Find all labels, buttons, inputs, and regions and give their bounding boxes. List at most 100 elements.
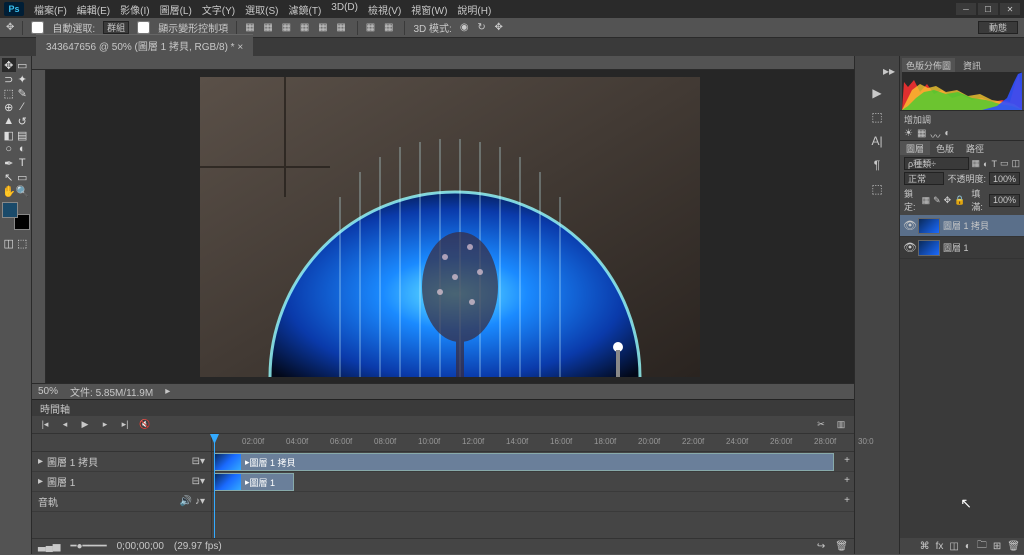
move-tool[interactable]: ✥ <box>2 58 16 72</box>
foreground-color-swatch[interactable] <box>2 202 18 218</box>
add-audio-icon[interactable]: + <box>844 495 850 506</box>
distribute-icons[interactable]: ▦ ▦ <box>366 22 397 33</box>
lasso-tool[interactable]: ⊃ <box>2 72 16 86</box>
new-layer-icon[interactable]: ⊞ <box>993 541 1001 552</box>
crop-tool[interactable]: ⬚ <box>2 86 16 100</box>
timeline-tab[interactable]: 時間軸 <box>32 400 854 416</box>
dodge-tool[interactable]: ◐ <box>16 142 30 156</box>
layers-tab[interactable]: 圖層 <box>900 141 930 155</box>
timeline-tracks[interactable]: 02:00f 04:00f 06:00f 08:00f 10:00f 12:00… <box>212 434 854 538</box>
layer-name[interactable]: 圖層 1 <box>943 241 969 254</box>
auto-select-checkbox[interactable] <box>31 21 44 34</box>
lock-trans-icon[interactable]: ▦ <box>922 195 931 206</box>
menu-view[interactable]: 檢視(V) <box>364 0 405 19</box>
blend-mode-select[interactable]: 正常 <box>904 172 944 185</box>
zoom-tool[interactable]: 🔍 <box>16 184 30 198</box>
color-swatches[interactable] <box>2 202 30 230</box>
chevron-right-icon[interactable]: ▸ <box>38 476 43 487</box>
workspace-switcher[interactable]: 動態 <box>978 21 1018 34</box>
paths-tab[interactable]: 路徑 <box>960 141 990 155</box>
maximize-button[interactable]: ☐ <box>978 3 998 15</box>
quickmask-toggle[interactable]: ◫ <box>2 236 16 250</box>
adjustment-layer-icon[interactable]: ◐ <box>965 541 971 552</box>
add-clip-icon[interactable]: + <box>844 475 850 486</box>
hand-tool[interactable]: ✋ <box>2 184 16 198</box>
filter-smart-icon[interactable]: ◫ <box>1011 158 1020 169</box>
dock-expand-icon[interactable]: ▸▸ <box>883 64 895 76</box>
show-transform-checkbox[interactable] <box>137 21 150 34</box>
canvas-viewport[interactable] <box>46 70 854 383</box>
tl-last-frame[interactable]: ▸| <box>118 418 132 432</box>
auto-select-target[interactable]: 群組 <box>103 21 129 34</box>
histogram-tab[interactable]: 色版分佈圖 <box>902 58 955 72</box>
timeline-audio-row[interactable]: + <box>212 492 854 512</box>
link-layers-icon[interactable]: ⌘ <box>920 541 930 552</box>
tl-track-header-0[interactable]: ▸ 圖層 1 拷貝 ⊟▾ <box>32 452 211 472</box>
info-tab[interactable]: 資訊 <box>959 58 985 72</box>
tl-play[interactable]: ▶ <box>78 418 92 432</box>
delete-layer-icon[interactable]: 🗑 <box>1007 541 1020 552</box>
layer-item-1[interactable]: 👁 圖層 1 <box>900 237 1024 259</box>
adjustments-tab[interactable]: 增加調 <box>904 113 1020 126</box>
timeline-clip-1[interactable]: ▸ 圖層 1 <box>214 473 294 491</box>
trash-icon[interactable]: 🗑 <box>835 541 848 552</box>
close-button[interactable]: ✕ <box>1000 3 1020 15</box>
lock-all-icon[interactable]: 🔒 <box>954 195 965 206</box>
filter-shape-icon[interactable]: ▭ <box>1000 158 1009 169</box>
add-clip-icon[interactable]: + <box>844 455 850 466</box>
opacity-value[interactable]: 100% <box>989 172 1020 185</box>
mode3d-icons[interactable]: ◉ ↻ ✥ <box>460 22 506 33</box>
menu-3d[interactable]: 3D(D) <box>327 0 362 19</box>
zoom-level[interactable]: 50% <box>38 386 58 397</box>
marquee-tool[interactable]: ▭ <box>16 58 30 72</box>
tl-prev-frame[interactable]: ◂ <box>58 418 72 432</box>
brush-tool[interactable]: ⁄ <box>16 100 30 114</box>
dock-icon-2[interactable]: A| <box>871 134 882 148</box>
pen-tool[interactable]: ✒ <box>2 156 16 170</box>
canvas[interactable] <box>200 77 700 377</box>
menu-image[interactable]: 影像(I) <box>116 0 153 19</box>
tl-track-header-1[interactable]: ▸ 圖層 1 ⊟▾ <box>32 472 211 492</box>
tl-mute-icon[interactable]: 🔇 <box>138 418 152 432</box>
menu-window[interactable]: 視窗(W) <box>407 0 451 19</box>
menu-help[interactable]: 說明(H) <box>453 0 495 19</box>
history-brush-tool[interactable]: ↺ <box>16 114 30 128</box>
shape-tool[interactable]: ▭ <box>16 170 30 184</box>
eraser-tool[interactable]: ◧ <box>2 128 16 142</box>
dock-icon-3[interactable]: ¶ <box>874 158 880 172</box>
chevron-right-icon[interactable]: ▸ <box>38 456 43 467</box>
layer-filter-kind[interactable]: ρ 種類 ÷ <box>904 157 969 170</box>
menu-filter[interactable]: 濾鏡(T) <box>285 0 326 19</box>
menu-type[interactable]: 文字(Y) <box>198 0 239 19</box>
dock-icon-4[interactable]: ⬚ <box>871 182 882 196</box>
menu-file[interactable]: 檔案(F) <box>30 0 71 19</box>
dock-icon-0[interactable]: ▶ <box>872 86 881 100</box>
wand-tool[interactable]: ✦ <box>16 72 30 86</box>
tl-split-icon[interactable]: ✂ <box>814 418 828 432</box>
render-icon[interactable]: ↪ <box>817 541 825 552</box>
visibility-eye-icon[interactable]: 👁 <box>903 219 915 232</box>
status-caret-icon[interactable]: ▸ <box>165 386 170 397</box>
blur-tool[interactable]: ○ <box>2 142 16 156</box>
timeline-zoom-slider[interactable]: ━●━━━━ <box>70 541 106 552</box>
layer-mask-icon[interactable]: ◫ <box>949 541 958 552</box>
filter-type-icon[interactable]: T <box>991 159 997 169</box>
track-props-icon[interactable]: ⊟▾ <box>192 476 205 487</box>
align-icons[interactable]: ▦ ▦ ▦ ▦ ▦ ▦ <box>245 22 349 33</box>
fill-value[interactable]: 100% <box>989 194 1020 207</box>
dock-icon-1[interactable]: ⬚ <box>871 110 882 124</box>
audio-props-icon[interactable]: 🔊 ♪▾ <box>180 496 205 507</box>
track-props-icon[interactable]: ⊟▾ <box>192 456 205 467</box>
screenmode-toggle[interactable]: ⬚ <box>16 236 30 250</box>
lock-pixel-icon[interactable]: ✎ <box>933 195 941 206</box>
tl-audio-track-header[interactable]: 音軌 🔊 ♪▾ <box>32 492 211 512</box>
layer-fx-icon[interactable]: fx <box>936 541 944 552</box>
layer-group-icon[interactable]: 🗀 <box>977 538 987 555</box>
timeline-playhead[interactable] <box>214 434 215 538</box>
lock-pos-icon[interactable]: ✥ <box>944 195 952 206</box>
path-tool[interactable]: ↖ <box>2 170 16 184</box>
menu-select[interactable]: 選取(S) <box>241 0 282 19</box>
visibility-eye-icon[interactable]: 👁 <box>903 241 915 254</box>
tl-next-frame[interactable]: ▸ <box>98 418 112 432</box>
eyedropper-tool[interactable]: ✎ <box>16 86 30 100</box>
